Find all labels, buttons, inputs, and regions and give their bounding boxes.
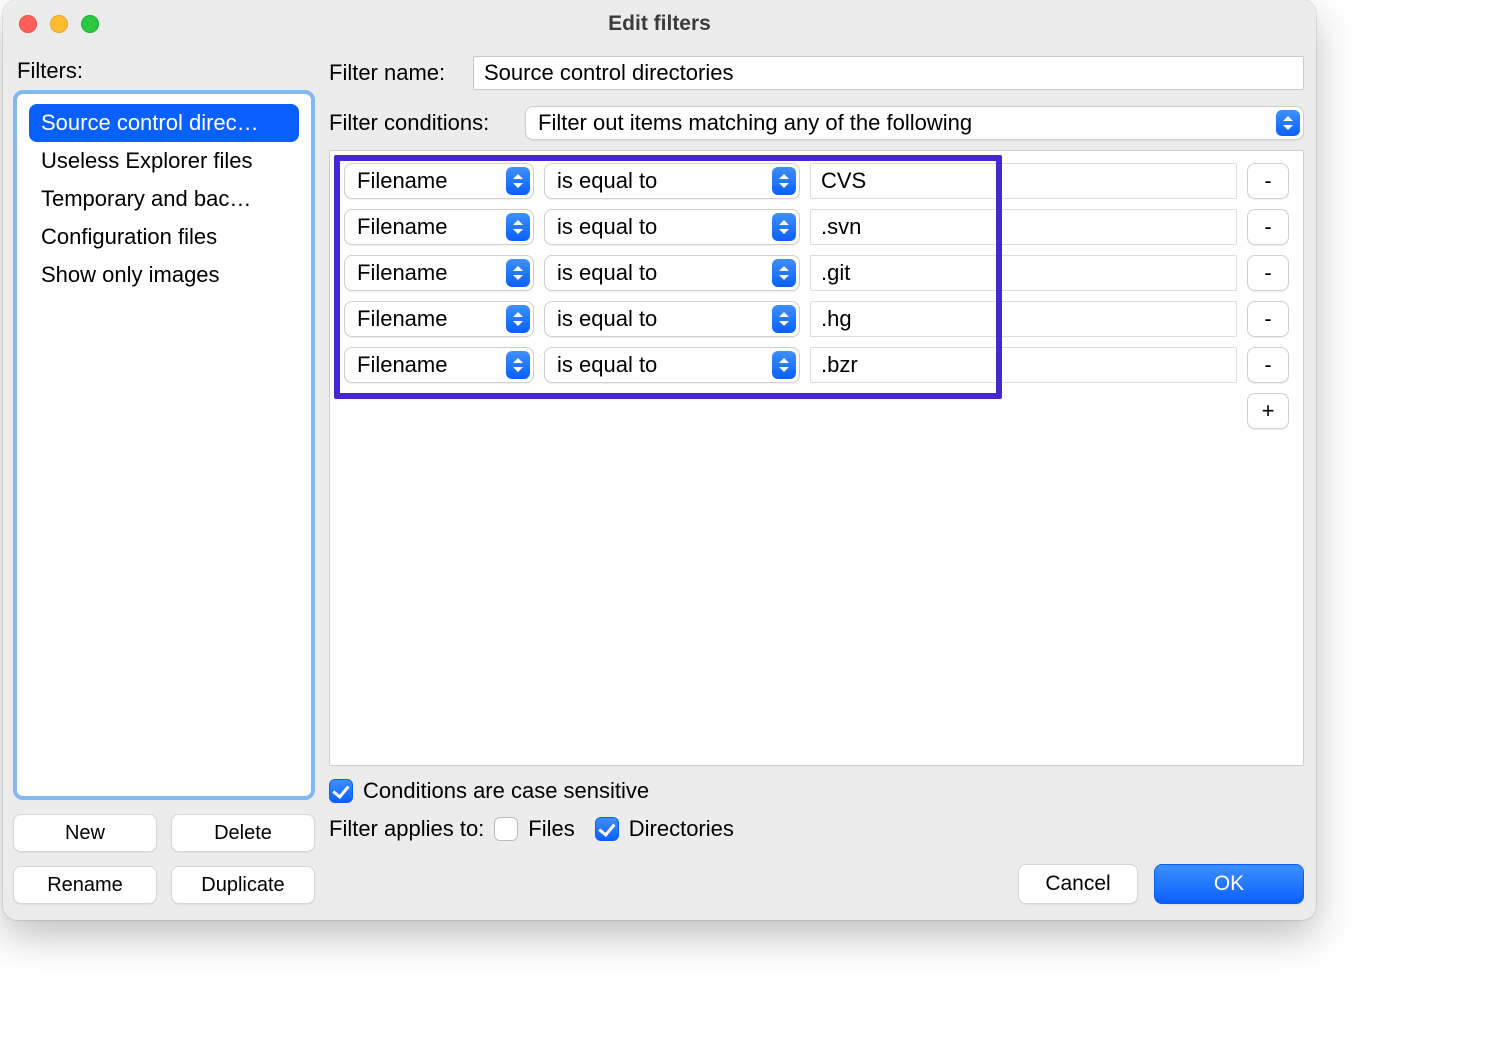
condition-value-input[interactable] bbox=[810, 301, 1237, 337]
new-filter-button[interactable]: New bbox=[13, 814, 157, 852]
filter-item[interactable]: Source control direc… bbox=[29, 104, 299, 142]
filter-name-label: Filter name: bbox=[329, 60, 461, 86]
condition-field-value: Filename bbox=[357, 214, 447, 240]
filter-conditions-label: Filter conditions: bbox=[329, 110, 513, 136]
condition-value-input[interactable] bbox=[810, 163, 1237, 199]
applies-to-label: Filter applies to: bbox=[329, 816, 484, 842]
edit-filters-window: Edit filters Filters: Source control dir… bbox=[3, 0, 1316, 920]
condition-row: Filename is equal to - bbox=[344, 163, 1289, 199]
updown-stepper-icon bbox=[506, 351, 530, 379]
condition-field-popup[interactable]: Filename bbox=[344, 301, 534, 337]
match-mode-value: Filter out items matching any of the fol… bbox=[538, 110, 972, 136]
condition-row: Filename is equal to - bbox=[344, 301, 1289, 337]
filter-item[interactable]: Temporary and bac… bbox=[29, 180, 299, 218]
condition-row: Filename is equal to - bbox=[344, 209, 1289, 245]
condition-field-popup[interactable]: Filename bbox=[344, 255, 534, 291]
filters-listbox[interactable]: Source control direc… Useless Explorer f… bbox=[13, 90, 315, 800]
condition-value-input[interactable] bbox=[810, 347, 1237, 383]
window-controls bbox=[3, 15, 99, 33]
window-title: Edit filters bbox=[3, 12, 1316, 36]
rename-filter-button[interactable]: Rename bbox=[13, 866, 157, 904]
updown-stepper-icon bbox=[506, 259, 530, 287]
filter-item[interactable]: Configuration files bbox=[29, 218, 299, 256]
minimize-window-icon[interactable] bbox=[50, 15, 68, 33]
condition-field-value: Filename bbox=[357, 352, 447, 378]
condition-op-value: is equal to bbox=[557, 306, 657, 332]
condition-field-value: Filename bbox=[357, 306, 447, 332]
condition-op-value: is equal to bbox=[557, 214, 657, 240]
condition-op-popup[interactable]: is equal to bbox=[544, 301, 800, 337]
condition-field-value: Filename bbox=[357, 260, 447, 286]
remove-condition-button[interactable]: - bbox=[1247, 209, 1289, 245]
condition-op-popup[interactable]: is equal to bbox=[544, 347, 800, 383]
remove-condition-button[interactable]: - bbox=[1247, 255, 1289, 291]
condition-op-value: is equal to bbox=[557, 260, 657, 286]
condition-field-popup[interactable]: Filename bbox=[344, 209, 534, 245]
filter-name-input[interactable] bbox=[473, 56, 1304, 90]
zoom-window-icon[interactable] bbox=[81, 15, 99, 33]
remove-condition-button[interactable]: - bbox=[1247, 163, 1289, 199]
ok-button[interactable]: OK bbox=[1154, 864, 1304, 904]
add-condition-button[interactable]: + bbox=[1247, 393, 1289, 429]
close-window-icon[interactable] bbox=[19, 15, 37, 33]
delete-filter-button[interactable]: Delete bbox=[171, 814, 315, 852]
updown-stepper-icon bbox=[772, 167, 796, 195]
condition-op-popup[interactable]: is equal to bbox=[544, 163, 800, 199]
applies-directories-label: Directories bbox=[629, 816, 734, 842]
updown-stepper-icon bbox=[772, 351, 796, 379]
filters-heading: Filters: bbox=[17, 58, 315, 84]
case-sensitive-checkbox[interactable] bbox=[329, 779, 353, 803]
updown-stepper-icon bbox=[506, 213, 530, 241]
match-mode-popup[interactable]: Filter out items matching any of the fol… bbox=[525, 106, 1304, 140]
condition-row: Filename is equal to - bbox=[344, 255, 1289, 291]
filter-item[interactable]: Show only images bbox=[29, 256, 299, 294]
remove-condition-button[interactable]: - bbox=[1247, 347, 1289, 383]
condition-value-input[interactable] bbox=[810, 255, 1237, 291]
applies-directories-checkbox[interactable] bbox=[595, 817, 619, 841]
applies-files-label: Files bbox=[528, 816, 574, 842]
titlebar: Edit filters bbox=[3, 0, 1316, 48]
updown-stepper-icon bbox=[772, 259, 796, 287]
updown-stepper-icon bbox=[1276, 110, 1300, 136]
condition-field-popup[interactable]: Filename bbox=[344, 347, 534, 383]
remove-condition-button[interactable]: - bbox=[1247, 301, 1289, 337]
condition-op-popup[interactable]: is equal to bbox=[544, 255, 800, 291]
conditions-list: Filename is equal to - Filename bbox=[329, 150, 1304, 766]
duplicate-filter-button[interactable]: Duplicate bbox=[171, 866, 315, 904]
filter-item[interactable]: Useless Explorer files bbox=[29, 142, 299, 180]
condition-row: Filename is equal to - bbox=[344, 347, 1289, 383]
condition-op-value: is equal to bbox=[557, 168, 657, 194]
updown-stepper-icon bbox=[506, 305, 530, 333]
case-sensitive-label: Conditions are case sensitive bbox=[363, 778, 649, 804]
updown-stepper-icon bbox=[772, 213, 796, 241]
condition-op-value: is equal to bbox=[557, 352, 657, 378]
condition-value-input[interactable] bbox=[810, 209, 1237, 245]
condition-field-popup[interactable]: Filename bbox=[344, 163, 534, 199]
condition-field-value: Filename bbox=[357, 168, 447, 194]
updown-stepper-icon bbox=[772, 305, 796, 333]
condition-op-popup[interactable]: is equal to bbox=[544, 209, 800, 245]
cancel-button[interactable]: Cancel bbox=[1018, 864, 1138, 904]
applies-files-checkbox[interactable] bbox=[494, 817, 518, 841]
updown-stepper-icon bbox=[506, 167, 530, 195]
